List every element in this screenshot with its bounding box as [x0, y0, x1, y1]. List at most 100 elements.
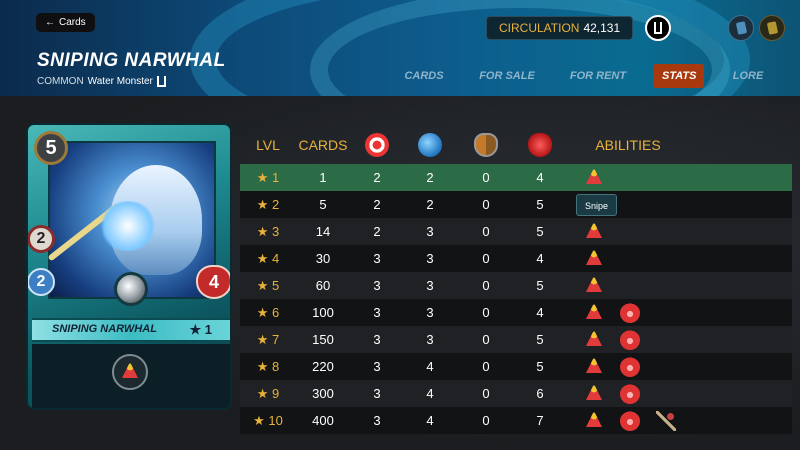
table-header: LVL CARDS ABILITIES: [240, 128, 792, 162]
snipe-icon[interactable]: [584, 303, 604, 323]
cell-speed: 3: [373, 413, 381, 428]
table-row[interactable]: ★ 8 220 3 4 0 5: [240, 353, 792, 380]
table-row[interactable]: ★ 3 14 2 3 0 5: [240, 218, 792, 245]
table-row[interactable]: ★ 7 150 3 3 0 5: [240, 326, 792, 353]
cell-cards: 100: [312, 305, 334, 320]
mana-cost: 5: [34, 131, 68, 165]
tab-bar: CARDS FOR SALE FOR RENT STATS LORE: [0, 64, 800, 88]
snipe-icon[interactable]: [584, 330, 604, 350]
cell-health: 7: [536, 413, 544, 428]
tab-lore[interactable]: LORE: [728, 64, 768, 88]
magic-attack-stat: 2: [28, 268, 55, 296]
enrage-icon[interactable]: [620, 357, 640, 377]
cell-lvl: ★ 4: [256, 251, 280, 266]
cell-lvl: ★ 3: [256, 224, 280, 239]
deck-icon: [735, 21, 747, 35]
tab-for-sale[interactable]: FOR SALE: [475, 64, 539, 88]
cell-magic: 4: [426, 413, 434, 428]
cell-armor: 0: [482, 413, 490, 428]
snipe-icon[interactable]: [584, 249, 604, 269]
card-level: ★ 1: [189, 322, 213, 337]
cell-speed: 3: [373, 278, 381, 293]
cell-lvl: ★ 10: [253, 413, 283, 428]
cell-health: 4: [536, 305, 544, 320]
cell-armor: 0: [482, 278, 490, 293]
cell-magic: 3: [426, 224, 434, 239]
cell-magic: 4: [426, 386, 434, 401]
snipe-icon[interactable]: [584, 276, 604, 296]
snipe-icon[interactable]: [584, 222, 604, 242]
cell-speed: 2: [373, 224, 381, 239]
deck-icon: [766, 21, 778, 35]
enrage-icon[interactable]: [620, 384, 640, 404]
cell-speed: 2: [373, 197, 381, 212]
edition-logo-button[interactable]: [645, 15, 671, 41]
cell-speed: 3: [373, 305, 381, 320]
cell-lvl: ★ 1: [256, 170, 280, 185]
snipe-icon: [120, 362, 140, 382]
card-ability-slot: [112, 354, 148, 390]
armor-icon: [474, 133, 498, 157]
snipe-icon[interactable]: [584, 168, 604, 188]
table-row[interactable]: ★ 5 60 3 3 0 5: [240, 272, 792, 299]
monster-card: 5 2 2 4 SNIPING NARWHAL ★ 1: [26, 123, 232, 410]
cell-magic: 2: [426, 170, 434, 185]
health-stat: 4: [196, 265, 230, 299]
cell-cards: 300: [312, 386, 334, 401]
cell-health: 5: [536, 224, 544, 239]
table-row[interactable]: ★ 2 5 2 2 0 5: [240, 191, 792, 218]
cell-health: 4: [536, 170, 544, 185]
blue-deck-button[interactable]: [728, 15, 754, 41]
table-row[interactable]: ★ 1 1 2 2 0 4: [240, 164, 792, 191]
pierce-icon[interactable]: [656, 411, 676, 431]
cell-cards: 220: [312, 359, 334, 374]
header-abilities: ABILITIES: [595, 137, 661, 153]
enrage-icon[interactable]: [620, 330, 640, 350]
cell-cards: 1: [319, 170, 327, 185]
cell-health: 5: [536, 359, 544, 374]
back-to-cards-button[interactable]: ← Cards: [36, 13, 95, 32]
table-row[interactable]: ★ 4 30 3 3 0 4: [240, 245, 792, 272]
arrow-left-icon: ←: [45, 17, 55, 28]
snipe-icon[interactable]: [584, 357, 604, 377]
cell-lvl: ★ 2: [256, 197, 280, 212]
snipe-tooltip: Snipe: [576, 194, 618, 216]
cell-health: 5: [536, 197, 544, 212]
cell-magic: 3: [426, 278, 434, 293]
tab-cards[interactable]: CARDS: [397, 64, 451, 88]
cell-magic: 3: [426, 251, 434, 266]
cell-magic: 4: [426, 359, 434, 374]
tab-stats[interactable]: STATS: [653, 64, 704, 88]
card-ability-panel: [32, 344, 230, 408]
cell-lvl: ★ 5: [256, 278, 280, 293]
cell-health: 4: [536, 251, 544, 266]
rarity-gem-icon: [114, 272, 148, 306]
cell-armor: 0: [482, 305, 490, 320]
table-row[interactable]: ★ 9 300 3 4 0 6: [240, 380, 792, 407]
cell-lvl: ★ 9: [256, 386, 280, 401]
cell-cards: 5: [319, 197, 327, 212]
cell-armor: 0: [482, 359, 490, 374]
cell-cards: 400: [312, 413, 334, 428]
cell-speed: 3: [373, 386, 381, 401]
circulation-label: CIRCULATION: [499, 21, 580, 35]
cell-health: 6: [536, 386, 544, 401]
cell-lvl: ★ 7: [256, 332, 280, 347]
card-header: ← Cards SNIPING NARWHAL COMMON Water Mon…: [0, 0, 800, 96]
cell-armor: 0: [482, 224, 490, 239]
tab-for-rent[interactable]: FOR RENT: [566, 64, 630, 88]
snipe-icon[interactable]: [584, 411, 604, 431]
cell-speed: 3: [373, 332, 381, 347]
cell-health: 5: [536, 278, 544, 293]
cell-speed: 2: [373, 170, 381, 185]
enrage-icon[interactable]: [620, 303, 640, 323]
back-label: Cards: [59, 17, 86, 28]
table-row[interactable]: ★ 10 400 3 4 0 7: [240, 407, 792, 434]
cell-cards: 14: [315, 224, 331, 239]
cell-armor: 0: [482, 197, 490, 212]
ranged-attack-stat: 2: [28, 225, 55, 253]
snipe-icon[interactable]: [584, 384, 604, 404]
enrage-icon[interactable]: [620, 411, 640, 431]
table-row[interactable]: ★ 6 100 3 3 0 4: [240, 299, 792, 326]
gold-deck-button[interactable]: [759, 15, 785, 41]
